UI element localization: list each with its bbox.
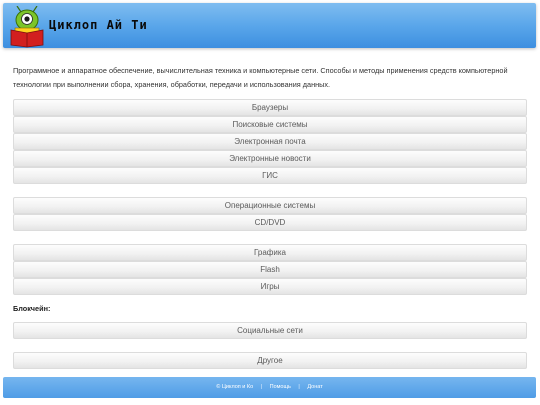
menu-item-operating-systems[interactable]: Операционные системы: [13, 197, 527, 214]
menu-item-cd-dvd[interactable]: CD/DVD: [13, 214, 527, 231]
menu-item-email[interactable]: Электронная почта: [13, 133, 527, 150]
menu-item-other[interactable]: Другое: [13, 352, 527, 369]
menu-item-social-networks[interactable]: Социальные сети: [13, 322, 527, 339]
footer-separator: |: [298, 384, 300, 390]
site-header: Циклоп Ай Ти: [3, 3, 536, 48]
menu-item-search-engines[interactable]: Поисковые системы: [13, 116, 527, 133]
menu-item-graphics[interactable]: Графика: [13, 244, 527, 261]
footer-help-link[interactable]: Помощь: [270, 377, 291, 398]
menu-item-browsers[interactable]: Браузеры: [13, 99, 527, 116]
footer-donate-link[interactable]: Донат: [307, 377, 322, 398]
menu-item-flash[interactable]: Flash: [13, 261, 527, 278]
menu-item-gis[interactable]: ГИС: [13, 167, 527, 184]
menu-item-electronic-news[interactable]: Электронные новости: [13, 150, 527, 167]
footer-copyright: © Циклоп и Ко: [216, 384, 254, 390]
site-footer: © Циклоп и Ко | Помощь | Донат: [3, 377, 536, 398]
menu-item-games[interactable]: Игры: [13, 278, 527, 295]
blockchain-label: Блокчейн:: [13, 304, 51, 313]
intro-text: Программное и аппаратное обеспечение, вы…: [13, 66, 508, 89]
site-title[interactable]: Циклоп Ай Ти: [49, 18, 148, 32]
cyclops-mascot-logo[interactable]: [8, 6, 46, 48]
footer-separator: |: [260, 384, 263, 390]
